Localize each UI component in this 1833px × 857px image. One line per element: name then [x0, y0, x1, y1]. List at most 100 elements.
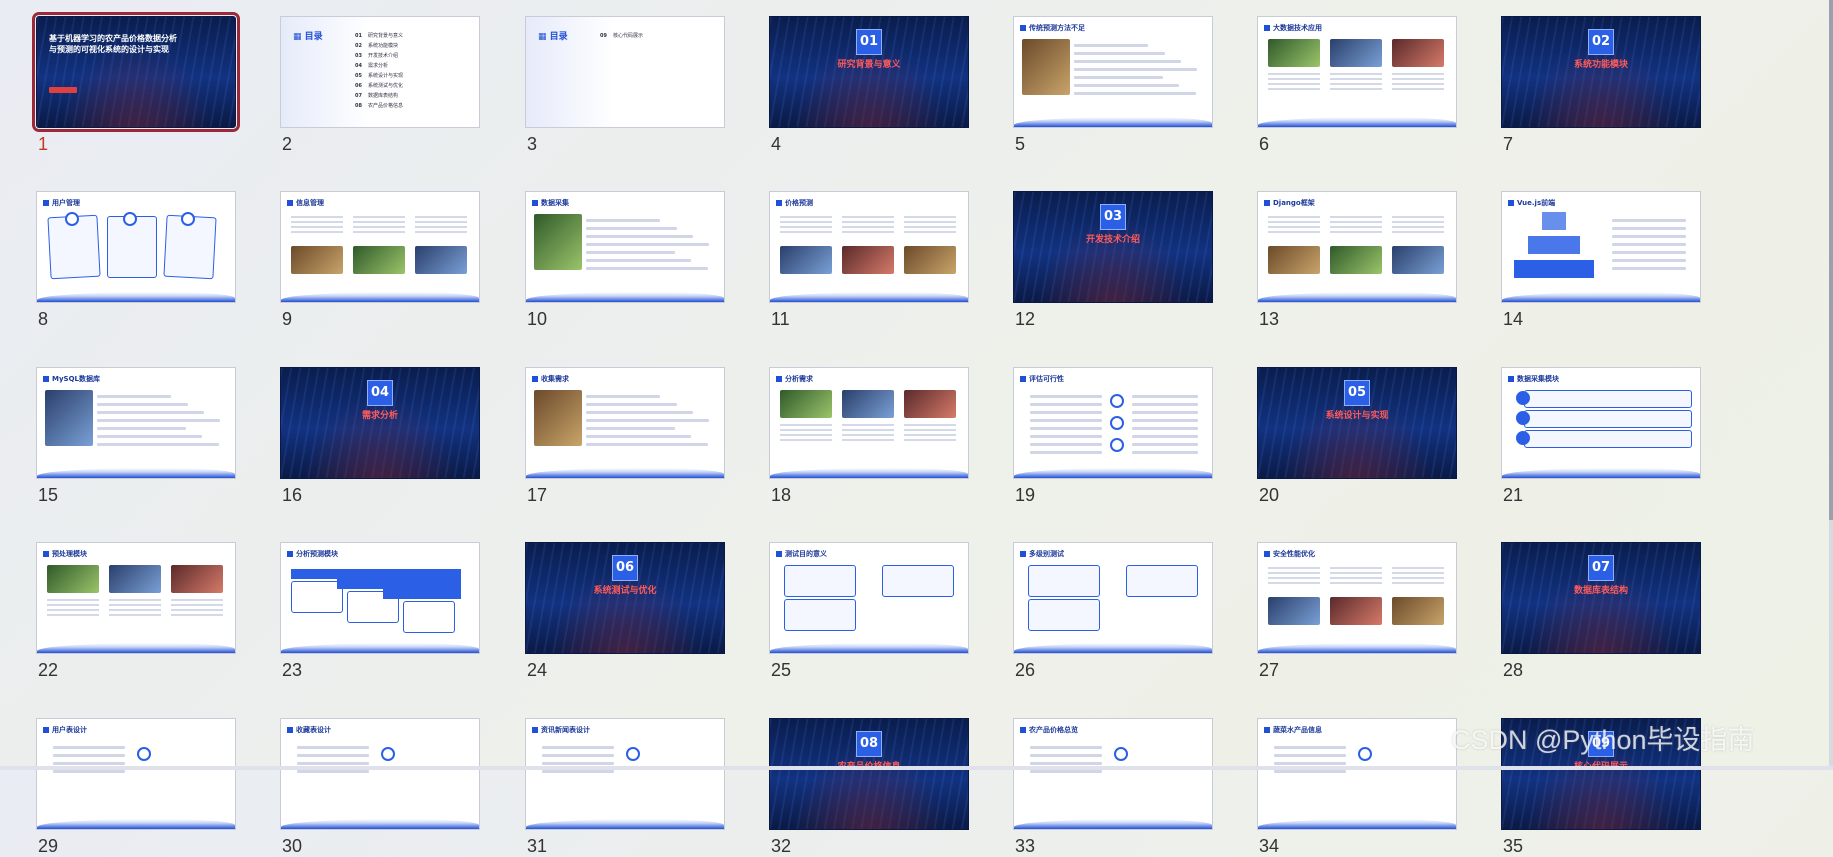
slide-preview[interactable]: ▦ 目录 09 核心代码展示 — [525, 16, 725, 128]
slide-preview[interactable]: 06 系统测试与优化 — [525, 542, 725, 654]
slide-preview[interactable]: 蔬菜水产品信息 — [1257, 718, 1457, 830]
toc-item-label: 农产品价格信息 — [367, 103, 403, 109]
arrow-band — [291, 569, 461, 579]
text-line — [1030, 403, 1102, 406]
slide-preview[interactable]: 分析预测模块 — [280, 542, 480, 654]
slide-preview[interactable]: 大数据技术应用 — [1257, 16, 1457, 128]
slide-preview[interactable]: 04 需求分析 — [280, 367, 480, 479]
slide-number: 30 — [282, 836, 303, 856]
toc-item: 03 开发技术介绍 — [355, 51, 403, 61]
slide-preview[interactable]: 数据采集模块 — [1501, 367, 1701, 479]
slide-photo — [534, 214, 582, 270]
slide-preview[interactable]: 收藏表设计 — [280, 718, 480, 830]
text-line — [1132, 451, 1198, 454]
number-circle — [1358, 747, 1372, 761]
slide-preview[interactable]: 基于机器学习的农产品价格数据分析与预测的可视化系统的设计与实现 — [32, 12, 240, 132]
slide-number: 24 — [527, 660, 548, 680]
slide-preview[interactable]: 传统预测方法不足 — [1013, 16, 1213, 128]
text-block — [109, 599, 161, 619]
slide-heading: 价格预测 — [776, 198, 813, 208]
text-line — [1612, 219, 1686, 222]
slide-preview[interactable]: 安全性能优化 — [1257, 542, 1457, 654]
toc-item-label: 系统功能模块 — [367, 43, 398, 49]
slide-heading: MySQL数据库 — [43, 374, 100, 384]
slide-preview[interactable]: 02 系统功能模块 — [1501, 16, 1701, 128]
text-line — [586, 427, 676, 430]
footer-wave — [37, 819, 235, 829]
slide-preview[interactable]: 测试目的意义 — [769, 542, 969, 654]
slide-preview[interactable]: 用户管理 — [36, 191, 236, 303]
toc-item-label: 研究背景与意义 — [367, 33, 403, 39]
section-number: 07 — [1588, 555, 1614, 581]
slide-preview[interactable]: 03 开发技术介绍 — [1013, 191, 1213, 303]
slide-preview[interactable]: 数据采集 — [525, 191, 725, 303]
text-lines — [53, 741, 125, 778]
slide-preview[interactable]: 分析需求 — [769, 367, 969, 479]
footer-wave — [1014, 643, 1212, 653]
slide-preview[interactable]: 07 数据库表结构 — [1501, 542, 1701, 654]
slide-number: 12 — [1015, 309, 1036, 329]
text-lines — [542, 741, 614, 778]
slide-number: 7 — [1503, 134, 1514, 154]
toc-item-label: 需求分析 — [367, 63, 388, 69]
text-line — [1612, 227, 1686, 230]
slide-preview[interactable]: 信息管理 — [280, 191, 480, 303]
number-circle — [65, 212, 79, 226]
text-block — [291, 216, 343, 236]
text-block — [904, 424, 956, 444]
text-line — [53, 746, 125, 749]
section-title: 开发技术介绍 — [1085, 235, 1140, 245]
text-line — [1030, 754, 1102, 757]
toc-item-number: 02 — [355, 43, 362, 49]
slide-preview[interactable]: 08农产品价格信息 — [769, 718, 969, 830]
toc-item: 07 数据库表结构 — [355, 91, 403, 101]
vertical-scrollbar[interactable] — [1829, 0, 1833, 770]
slide-preview[interactable]: 用户表设计 — [36, 718, 236, 830]
slide-preview[interactable]: 价格预测 — [769, 191, 969, 303]
slide-number: 33 — [1015, 836, 1036, 856]
slide-preview[interactable]: 资讯新闻表设计 — [525, 718, 725, 830]
text-block — [171, 599, 223, 619]
slide-preview[interactable]: 多级别测试 — [1013, 542, 1213, 654]
slide-preview[interactable]: 收集需求 — [525, 367, 725, 479]
slide-heading: 用户管理 — [43, 198, 80, 208]
scrollbar-thumb[interactable] — [1829, 0, 1833, 520]
text-line — [586, 411, 693, 414]
slide-heading: 大数据技术应用 — [1264, 23, 1322, 33]
slide-preview[interactable]: ▦ 目录 01 研究背景与意义 02 系统功能模块 03 开发技术介绍 04 需求分析 05 系统设… — [280, 16, 480, 128]
slide-photo — [171, 565, 223, 593]
text-block — [1268, 216, 1320, 236]
slide-number: 16 — [282, 485, 303, 505]
section-number: 01 — [856, 29, 882, 55]
slide-preview[interactable]: Django框架 — [1257, 191, 1457, 303]
footer-wave — [1502, 468, 1700, 478]
section-number: 04 — [367, 380, 393, 406]
text-line — [97, 403, 188, 406]
slide-preview[interactable]: Vue.js前端 — [1501, 191, 1701, 303]
pyramid-level — [1528, 236, 1580, 254]
slide-heading: 收藏表设计 — [287, 725, 331, 735]
slide-preview[interactable]: MySQL数据库 — [36, 367, 236, 479]
footer-wave — [526, 292, 724, 302]
slide-heading: 安全性能优化 — [1264, 549, 1315, 559]
text-block — [1268, 567, 1320, 587]
text-line — [586, 395, 661, 398]
toc-item-number: 04 — [355, 63, 362, 69]
slide-preview[interactable]: 评估可行性 — [1013, 367, 1213, 479]
slide-number: 22 — [38, 660, 59, 680]
slide-number: 26 — [1015, 660, 1036, 680]
slide-preview[interactable]: 预处理模块 — [36, 542, 236, 654]
slide-number: 23 — [282, 660, 303, 680]
slide-number: 1 — [38, 134, 49, 154]
toc-item: 01 研究背景与意义 — [355, 31, 403, 41]
slide-number: 34 — [1259, 836, 1280, 856]
number-circle — [1110, 394, 1124, 408]
slide-preview[interactable]: 农产品价格总览 — [1013, 718, 1213, 830]
section-number: 05 — [1344, 380, 1370, 406]
text-line — [1030, 451, 1102, 454]
slide-photo — [1330, 39, 1382, 67]
toc-item: 05 系统设计与实现 — [355, 71, 403, 81]
text-line — [1612, 251, 1686, 254]
slide-preview[interactable]: 01 研究背景与意义 — [769, 16, 969, 128]
slide-preview[interactable]: 05 系统设计与实现 — [1257, 367, 1457, 479]
